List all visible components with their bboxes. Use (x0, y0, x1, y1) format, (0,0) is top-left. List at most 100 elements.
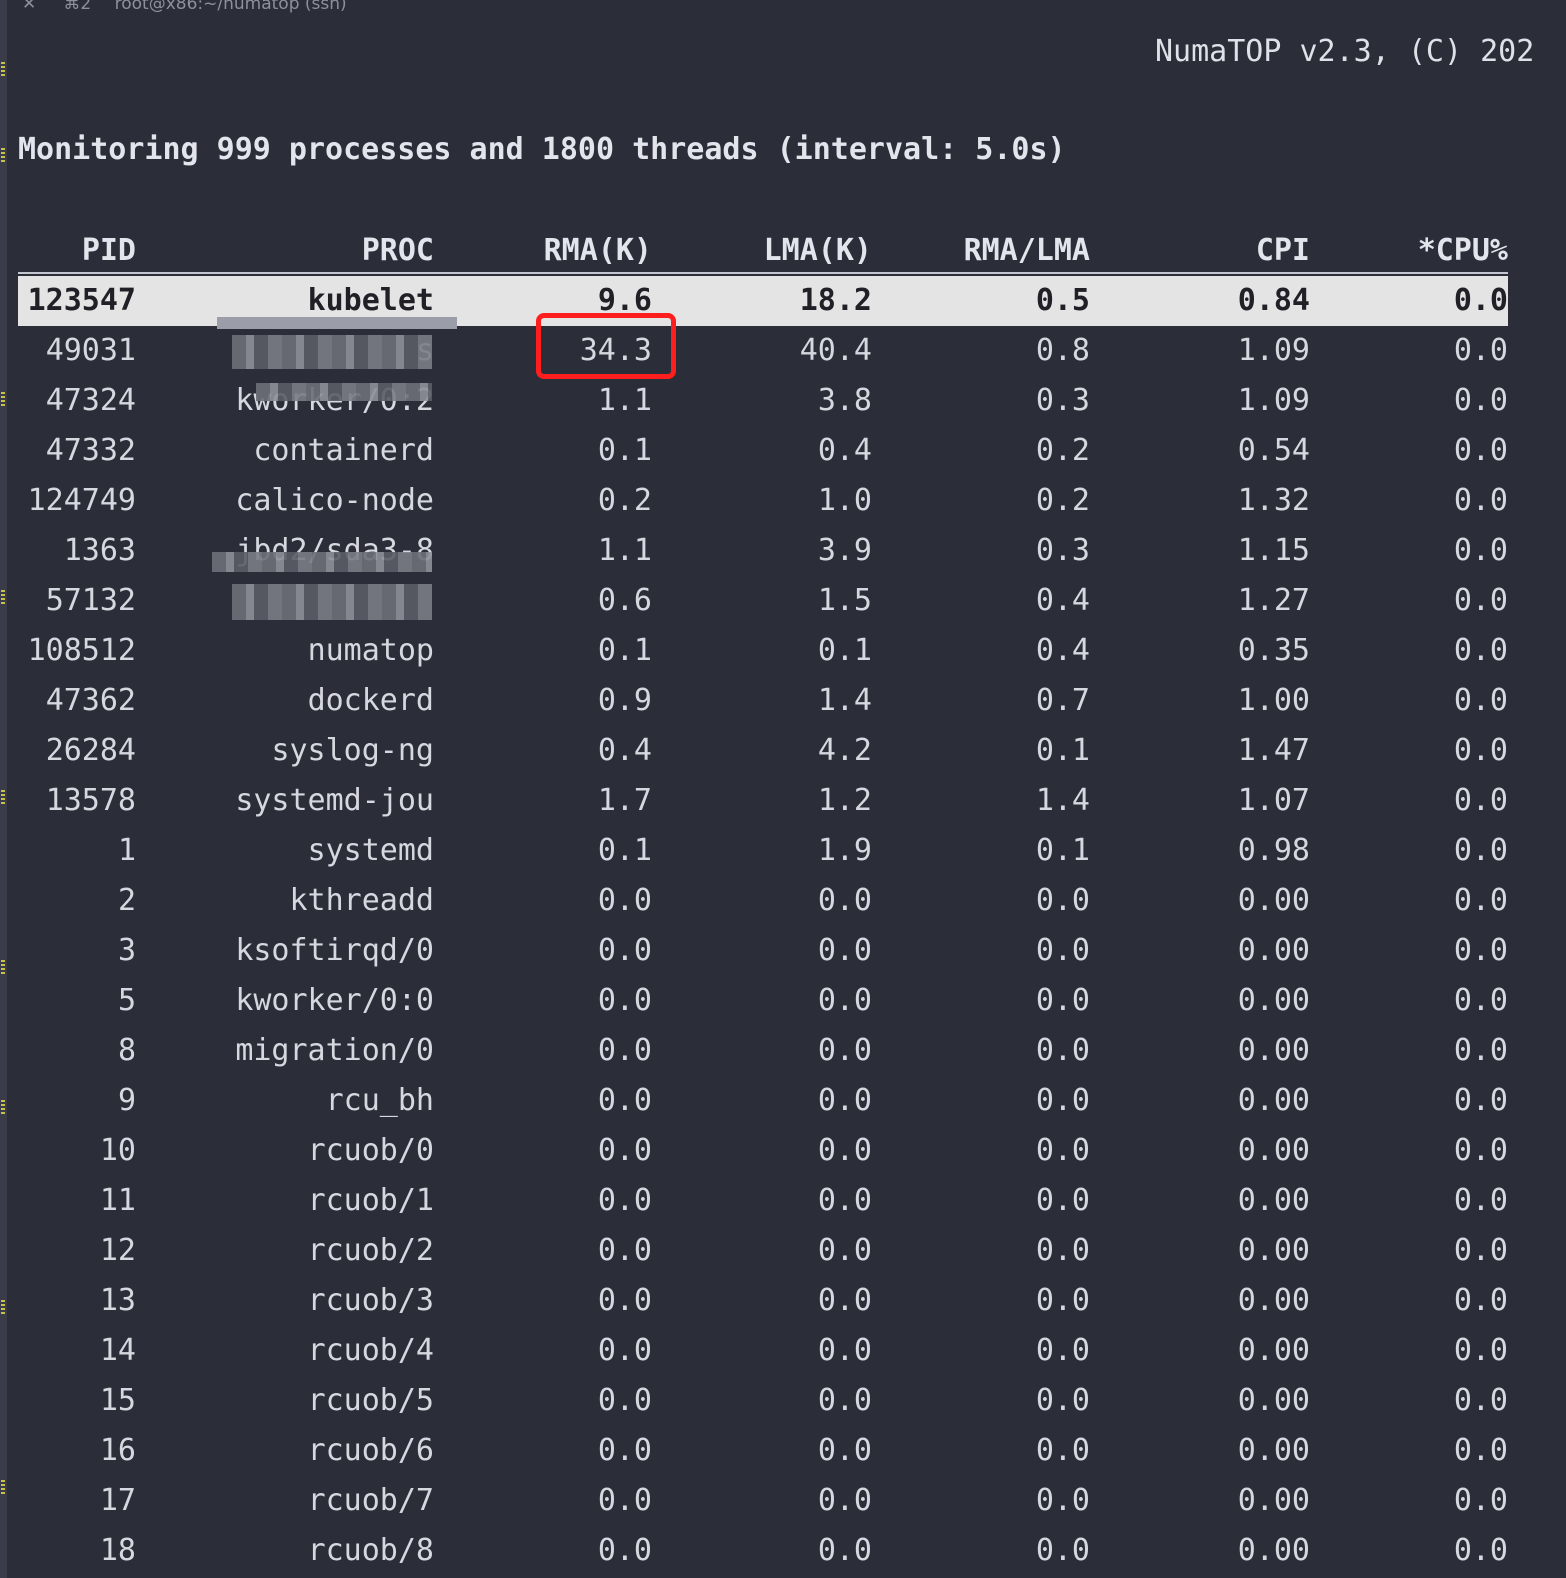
cell-lma: 0.0 (817, 1083, 872, 1118)
cell-rma: 0.0 (597, 1383, 652, 1418)
cell-pid: 108512 (27, 633, 136, 668)
cell-rma-lma: 0.0 (1035, 1333, 1090, 1368)
table-row[interactable]: 14 rcuob/4 0.0 0.0 0.0 0.00 0.0 (18, 1326, 1508, 1376)
table-row[interactable]: 5 kworker/0:0 0.0 0.0 0.0 0.00 0.0 (18, 976, 1508, 1026)
cell-cpu: 0.0 (1453, 983, 1508, 1018)
table-row[interactable]: 15 rcuob/5 0.0 0.0 0.0 0.00 0.0 (18, 1376, 1508, 1426)
cell-pid: 5 (117, 983, 136, 1018)
cell-lma: 3.8 (817, 383, 872, 418)
cell-cpu: 0.0 (1453, 1383, 1508, 1418)
close-icon[interactable]: ✕ (22, 0, 44, 14)
cell-rma: 0.1 (597, 433, 652, 468)
cell-rma: 0.0 (597, 1033, 652, 1068)
cell-pid: 1 (117, 833, 136, 868)
cell-rma-lma: 0.0 (1035, 1533, 1090, 1568)
cell-cpi: 1.32 (1237, 483, 1310, 518)
tab-title[interactable]: root@x86:~/numatop (ssh) (115, 0, 347, 14)
table-row[interactable]: 1 systemd 0.1 1.9 0.1 0.98 0.0 (18, 826, 1508, 876)
cell-cpi: 0.00 (1237, 1383, 1310, 1418)
table-body: 123547kubelet9.618.20.50.840.049031s34.3… (18, 276, 1508, 1576)
cell-cpu: 0.0 (1453, 1133, 1508, 1168)
cell-proc: dockerd (307, 683, 434, 718)
table-row[interactable]: 2 kthreadd 0.0 0.0 0.0 0.00 0.0 (18, 876, 1508, 926)
cell-pid: 11 (99, 1183, 136, 1218)
cell-proc: rcuob/4 (307, 1333, 434, 1368)
table-row[interactable]: 47324kworker/0:21.13.80.31.090.0 (18, 376, 1508, 426)
cell-cpi: 0.00 (1237, 1283, 1310, 1318)
monitoring-summary: Monitoring 999 processes and 1800 thread… (18, 132, 1066, 167)
table-row[interactable]: 13578 systemd-jou 1.7 1.2 1.4 1.07 0.0 (18, 776, 1508, 826)
cell-cpi: 0.00 (1237, 1483, 1310, 1518)
table-row[interactable]: 11 rcuob/1 0.0 0.0 0.0 0.00 0.0 (18, 1176, 1508, 1226)
gutter-mark (1, 392, 5, 408)
terminal-tab-bar: ✕ ⌘2 root@x86:~/numatop (ssh) (22, 0, 347, 16)
table-row[interactable]: 108512 numatop 0.1 0.1 0.4 0.35 0.0 (18, 626, 1508, 676)
cell-cpu: 0.0 (1453, 1183, 1508, 1218)
cell-cpi: 1.09 (1237, 383, 1310, 418)
cell-lma: 0.0 (817, 1483, 872, 1518)
cell-pid: 3 (117, 933, 136, 968)
table-row[interactable]: 47332 containerd 0.1 0.4 0.2 0.54 0.0 (18, 426, 1508, 476)
cell-pid: 57132 (45, 583, 136, 618)
cell-cpu: 0.0 (1453, 1483, 1508, 1518)
table-row[interactable]: 17 rcuob/7 0.0 0.0 0.0 0.00 0.0 (18, 1476, 1508, 1526)
table-row[interactable]: 9 rcu_bh 0.0 0.0 0.0 0.00 0.0 (18, 1076, 1508, 1126)
cell-rma-lma: 0.0 (1035, 933, 1090, 968)
cell-proc: numatop (307, 633, 434, 668)
cell-cpi: 0.98 (1237, 833, 1310, 868)
cell-lma: 3.9 (817, 533, 872, 568)
cell-cpi: 0.00 (1237, 883, 1310, 918)
cell-rma-lma: 0.8 (1035, 333, 1090, 368)
cell-lma: 0.1 (817, 633, 872, 668)
table-row[interactable]: 12 rcuob/2 0.0 0.0 0.0 0.00 0.0 (18, 1226, 1508, 1276)
cell-rma: 0.9 (597, 683, 652, 718)
cell-rma-lma: 0.0 (1035, 1483, 1090, 1518)
cell-cpu: 0.0 (1453, 733, 1508, 768)
cell-rma: 1.7 (597, 783, 652, 818)
cell-rma: 0.1 (597, 633, 652, 668)
cell-cpi: 0.54 (1237, 433, 1310, 468)
cell-rma: 0.0 (597, 1283, 652, 1318)
table-row[interactable]: 16 rcuob/6 0.0 0.0 0.0 0.00 0.0 (18, 1426, 1508, 1476)
cell-proc: ksoftirqd/0 (235, 933, 434, 968)
cell-cpu: 0.0 (1453, 1033, 1508, 1068)
cell-rma: 0.0 (597, 933, 652, 968)
table-row[interactable]: 13 rcuob/3 0.0 0.0 0.0 0.00 0.0 (18, 1276, 1508, 1326)
gutter-mark (1, 590, 5, 606)
table-row[interactable]: 8 migration/0 0.0 0.0 0.0 0.00 0.0 (18, 1026, 1508, 1076)
cell-pid: 47362 (45, 683, 136, 718)
cell-pid: 47332 (45, 433, 136, 468)
cell-cpu: 0.0 (1453, 533, 1508, 568)
table-row[interactable]: 47362 dockerd 0.9 1.4 0.7 1.00 0.0 (18, 676, 1508, 726)
cell-pid: 16 (99, 1433, 136, 1468)
cell-lma: 4.2 (817, 733, 872, 768)
cell-rma: 0.2 (597, 483, 652, 518)
cell-pid: 18 (99, 1533, 136, 1568)
cell-pid: 17 (99, 1483, 136, 1518)
cell-rma-lma: 0.4 (1035, 633, 1090, 668)
cell-lma: 40.4 (799, 333, 872, 368)
table-row[interactable]: 10 rcuob/0 0.0 0.0 0.0 0.00 0.0 (18, 1126, 1508, 1176)
cell-pid: 123547 (27, 283, 136, 318)
cell-lma: 0.4 (817, 433, 872, 468)
table-row[interactable]: 26284 syslog-ng 0.4 4.2 0.1 1.47 0.0 (18, 726, 1508, 776)
cell-cpu: 0.0 (1453, 383, 1508, 418)
cell-rma: 0.1 (597, 833, 652, 868)
cell-pid: 47324 (45, 383, 136, 418)
cell-cpu: 0.0 (1453, 633, 1508, 668)
cell-cpi: 1.00 (1237, 683, 1310, 718)
cell-rma-lma: 0.0 (1035, 1183, 1090, 1218)
table-row[interactable]: 124749 calico-node 0.2 1.0 0.2 1.32 0.0 (18, 476, 1508, 526)
table-row[interactable]: 18 rcuob/8 0.0 0.0 0.0 0.00 0.0 (18, 1526, 1508, 1576)
cell-rma: 0.0 (597, 1133, 652, 1168)
header-rma-lma: RMA/LMA (963, 233, 1090, 268)
cell-lma: 0.0 (817, 1433, 872, 1468)
cell-cpu: 0.0 (1453, 1233, 1508, 1268)
cell-lma: 0.0 (817, 933, 872, 968)
cell-proc: syslog-ng (271, 733, 434, 768)
cell-rma: 0.0 (597, 983, 652, 1018)
app-title: NumaTOP v2.3, (C) 202 (1155, 34, 1535, 69)
header-proc: PROC (361, 233, 434, 268)
cell-cpu: 0.0 (1453, 583, 1508, 618)
table-row[interactable]: 3 ksoftirqd/0 0.0 0.0 0.0 0.00 0.0 (18, 926, 1508, 976)
